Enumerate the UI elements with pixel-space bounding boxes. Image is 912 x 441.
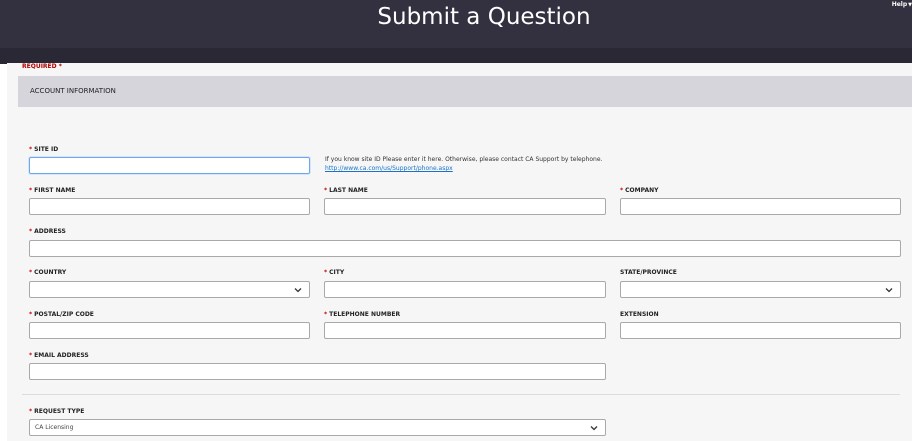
site-id-input[interactable]: [29, 157, 310, 174]
extension-input[interactable]: [620, 322, 901, 339]
header-band: [0, 48, 912, 64]
section-title: ACCOUNT INFORMATION: [30, 87, 116, 95]
extension-label: EXTENSION: [620, 311, 659, 318]
request-type-select[interactable]: CA Licensing: [29, 419, 606, 436]
chevron-down-icon: [294, 288, 302, 293]
company-label: * COMPANY: [620, 187, 659, 194]
site-id-label: * SITE ID: [29, 146, 59, 153]
page-title: Submit a Question: [377, 4, 591, 30]
chevron-down-icon: [590, 426, 598, 431]
first-name-label: * FIRST NAME: [29, 187, 76, 194]
caret-down-icon: ▼: [908, 2, 912, 8]
telephone-label: * TELEPHONE NUMBER: [324, 311, 401, 318]
email-label: * EMAIL ADDRESS: [29, 352, 89, 359]
site-id-help-text: If you know site ID Please enter it here…: [325, 156, 603, 163]
site-id-help: If you know site ID Please enter it here…: [325, 155, 602, 173]
email-input[interactable]: [29, 363, 606, 380]
last-name-input[interactable]: [324, 198, 606, 215]
postal-input[interactable]: [29, 322, 310, 339]
request-type-label: * REQUEST TYPE: [29, 408, 85, 415]
first-name-input[interactable]: [29, 198, 310, 215]
page-header: Submit a Question Help▼: [0, 0, 912, 48]
state-select[interactable]: [620, 281, 901, 298]
address-label: * ADDRESS: [29, 228, 66, 235]
section-divider: [22, 394, 900, 395]
required-marker: *: [29, 146, 33, 153]
help-menu[interactable]: Help▼: [892, 1, 912, 8]
chevron-down-icon: [885, 288, 893, 293]
city-label: * CITY: [324, 269, 345, 276]
postal-label: * POSTAL/ZIP CODE: [29, 311, 94, 318]
country-label: * COUNTRY: [29, 269, 67, 276]
last-name-label: * LAST NAME: [324, 187, 368, 194]
help-label: Help: [891, 1, 908, 8]
address-input[interactable]: [29, 240, 901, 257]
request-type-value: CA Licensing: [35, 424, 74, 431]
country-select[interactable]: [29, 281, 310, 298]
city-input[interactable]: [324, 281, 606, 298]
state-label: STATE/PROVINCE: [620, 269, 677, 276]
support-phone-link[interactable]: http://www.ca.com/us/Support/phone.aspx: [325, 164, 602, 173]
telephone-input[interactable]: [324, 322, 606, 339]
required-note: REQUIRED *: [22, 63, 62, 70]
company-input[interactable]: [620, 198, 901, 215]
section-header: ACCOUNT INFORMATION: [18, 76, 912, 107]
